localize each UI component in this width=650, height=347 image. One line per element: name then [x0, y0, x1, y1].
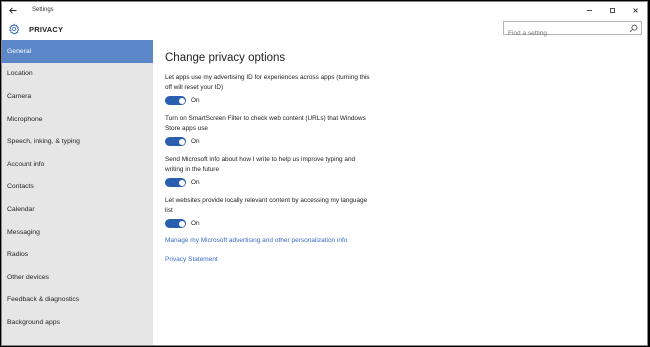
sidebar-item-microphone[interactable]: Microphone [2, 108, 153, 131]
search-icon[interactable] [629, 24, 638, 33]
settings-window: Settings PRIVACY Find a setting General … [1, 1, 648, 346]
sidebar-item-speech-inking-typing[interactable]: Speech, inking, & typing [2, 130, 153, 153]
app-title: Settings [32, 7, 54, 13]
sidebar-item-camera[interactable]: Camera [2, 85, 153, 108]
setting-description: Send Microsoft info about how I write to… [165, 156, 356, 173]
sidebar-item-label: Other devices [7, 273, 49, 281]
minimize-icon [587, 9, 592, 11]
minimize-button[interactable] [578, 2, 601, 18]
smartscreen-toggle[interactable] [165, 137, 186, 146]
setting-description: Let apps use my advertising ID for exper… [165, 74, 370, 91]
advertising-id-toggle[interactable] [165, 96, 186, 105]
sidebar-item-radios[interactable]: Radios [2, 243, 153, 266]
sidebar-item-label: Background apps [7, 318, 60, 326]
close-icon [633, 7, 638, 13]
sidebar-item-other-devices[interactable]: Other devices [2, 266, 153, 289]
sidebar-item-calendar[interactable]: Calendar [2, 198, 153, 221]
toggle-state-label: On [191, 220, 200, 227]
sidebar-item-messaging[interactable]: Messaging [2, 221, 153, 244]
setting-typing-info: Send Microsoft info about how I write to… [165, 155, 385, 187]
toggle-knob [178, 138, 185, 145]
toggle-state-label: On [191, 97, 200, 104]
back-arrow-icon [9, 6, 17, 14]
sidebar-item-label: Account info [7, 160, 45, 168]
sidebar-item-background-apps[interactable]: Background apps [2, 311, 153, 334]
sidebar-item-contacts[interactable]: Contacts [2, 176, 153, 199]
sidebar-item-general[interactable]: General [2, 40, 153, 63]
maximize-button[interactable] [601, 2, 624, 18]
sidebar-item-account-info[interactable]: Account info [2, 153, 153, 176]
privacy-statement-link[interactable]: Privacy Statement [165, 256, 385, 263]
sidebar-item-label: Messaging [7, 228, 40, 236]
toggle-knob [178, 220, 185, 227]
title-bar: Settings [2, 2, 647, 18]
toggle-row: On [165, 96, 385, 105]
sidebar-item-label: Microphone [7, 115, 43, 123]
page-title: PRIVACY [29, 24, 64, 34]
toggle-state-label: On [191, 138, 200, 145]
toggle-row: On [165, 137, 385, 146]
toggle-knob [178, 97, 185, 104]
language-list-toggle[interactable] [165, 219, 186, 228]
manage-advertising-link[interactable]: Manage my Microsoft advertising and othe… [165, 237, 385, 244]
back-button[interactable] [2, 2, 24, 18]
sidebar-item-label: Camera [7, 92, 32, 100]
search-box[interactable] [503, 21, 642, 40]
sidebar-item-label: Contacts [7, 183, 34, 191]
sidebar-item-feedback-diagnostics[interactable]: Feedback & diagnostics [2, 289, 153, 312]
toggle-row: On [165, 178, 385, 187]
toggle-row: On [165, 219, 385, 228]
section-title: Change privacy options [165, 52, 286, 64]
main-content: Change privacy options Let apps use my a… [165, 52, 385, 263]
sidebar-item-label: Location [7, 70, 33, 78]
sidebar-item-label: General [7, 47, 32, 55]
sidebar-item-label: Radios [7, 251, 29, 259]
setting-description: Let websites provide locally relevant co… [165, 197, 368, 214]
sidebar: General Location Camera Microphone Speec… [2, 40, 153, 345]
page-header: PRIVACY [2, 18, 647, 40]
sidebar-item-label: Speech, inking, & typing [7, 138, 80, 146]
sidebar-item-label: Feedback & diagnostics [7, 296, 80, 304]
setting-smartscreen: Turn on SmartScreen Filter to check web … [165, 114, 385, 146]
setting-description: Turn on SmartScreen Filter to check web … [165, 115, 366, 132]
window-controls [578, 2, 647, 18]
toggle-knob [178, 179, 185, 186]
toggle-state-label: On [191, 179, 200, 186]
search-input[interactable] [504, 27, 624, 40]
maximize-icon [610, 7, 615, 13]
setting-advertising-id: Let apps use my advertising ID for exper… [165, 73, 385, 105]
typing-info-toggle[interactable] [165, 178, 186, 187]
setting-language-list: Let websites provide locally relevant co… [165, 196, 385, 228]
sidebar-item-label: Calendar [7, 205, 35, 213]
gear-icon [9, 23, 20, 35]
sidebar-item-location[interactable]: Location [2, 63, 153, 86]
close-button[interactable] [624, 2, 647, 18]
